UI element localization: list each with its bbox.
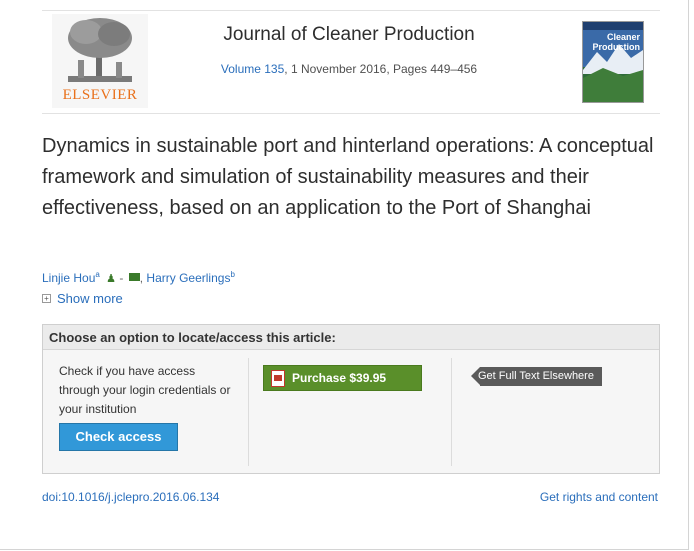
journal-cover-image[interactable]: Cleaner Production <box>582 21 644 103</box>
journal-issue-info: Volume 135, 1 November 2016, Pages 449–4… <box>172 62 526 76</box>
cover-title: Cleaner Production <box>586 32 641 52</box>
person-icon[interactable]: ♟ <box>106 273 116 285</box>
access-panel-body: Check if you have access through your lo… <box>43 350 659 473</box>
plus-icon: + <box>42 294 51 303</box>
icon-separator: - <box>119 271 124 285</box>
get-full-text-elsewhere-button[interactable]: Get Full Text Elsewhere <box>471 367 602 386</box>
cover-title-line1: Cleaner <box>606 32 640 42</box>
author-link[interactable]: Linjie Hou <box>42 271 95 285</box>
mail-icon[interactable] <box>128 273 140 281</box>
check-access-button[interactable]: Check access <box>59 423 178 451</box>
purchase-button[interactable]: Purchase $39.95 <box>263 365 422 391</box>
pdf-icon <box>271 370 285 387</box>
full-text-label: Get Full Text Elsewhere <box>478 370 594 382</box>
column-divider <box>451 358 452 466</box>
cover-title-line2: Production <box>592 42 641 52</box>
tree-icon <box>68 18 132 82</box>
check-access-description: Check if you have access through your lo… <box>59 364 231 416</box>
issue-details: , 1 November 2016, Pages 449–456 <box>284 62 478 76</box>
journal-title[interactable]: Journal of Cleaner Production <box>172 24 526 46</box>
publisher-name: ELSEVIER <box>62 87 138 103</box>
author-separator: , <box>139 271 144 285</box>
access-options-panel: Choose an option to locate/access this a… <box>42 324 660 474</box>
show-more-label: Show more <box>57 291 123 306</box>
volume-link[interactable]: Volume 135 <box>221 62 284 76</box>
author-affiliation[interactable]: a <box>95 270 99 279</box>
author-affiliation[interactable]: b <box>230 270 234 279</box>
get-rights-link[interactable]: Get rights and content <box>540 490 658 504</box>
access-panel-header: Choose an option to locate/access this a… <box>43 325 659 350</box>
doi-link[interactable]: doi:10.1016/j.jclepro.2016.06.134 <box>42 490 219 504</box>
purchase-label: Purchase $39.95 <box>292 371 387 385</box>
journal-header: ELSEVIER Journal of Cleaner Production V… <box>42 10 660 114</box>
author-list: Linjie Houa ♟ - , Harry Geerlingsb <box>42 270 235 285</box>
show-more-toggle[interactable]: + Show more <box>42 291 123 306</box>
column-divider <box>248 358 249 466</box>
elsevier-logo[interactable]: ELSEVIER <box>52 14 148 108</box>
author-link[interactable]: Harry Geerlings <box>146 271 230 285</box>
article-title: Dynamics in sustainable port and hinterl… <box>42 135 654 219</box>
